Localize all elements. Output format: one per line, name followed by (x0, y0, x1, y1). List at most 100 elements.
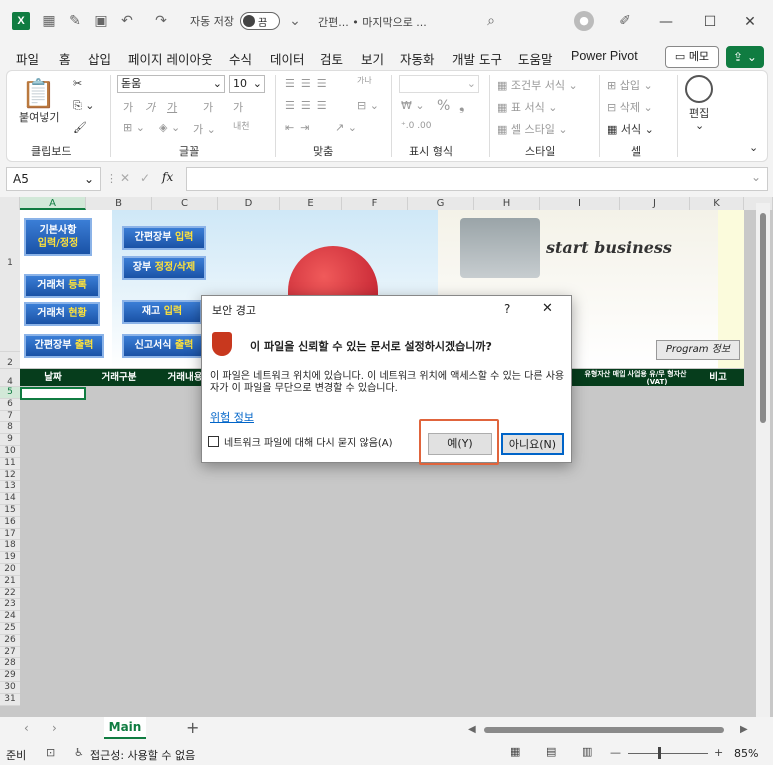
font-size-combo[interactable]: 10 ⌄ (229, 75, 265, 93)
maximize-icon[interactable]: ☐ (688, 8, 732, 36)
row-header[interactable]: 25 (0, 623, 20, 635)
row-header[interactable]: 14 (0, 493, 20, 505)
risk-info-link[interactable]: 위험 정보 (210, 409, 254, 425)
bold-button[interactable]: 가 (123, 99, 133, 115)
row-header[interactable]: 24 (0, 611, 20, 623)
formula-more-icon[interactable]: ⋮ (106, 172, 117, 185)
row-header[interactable]: 28 (0, 658, 20, 671)
horizontal-align-icons[interactable]: ☰☰☰ (285, 99, 333, 112)
table-format-button[interactable]: ▦ 표 서식 ⌄ (497, 99, 557, 115)
decimal-icons[interactable]: ⁺.0 .00 (401, 121, 432, 131)
close-icon[interactable]: ✕ (728, 8, 772, 36)
cell-style-button[interactable]: ▦ 셀 스타일 ⌄ (497, 121, 568, 137)
italic-button[interactable]: 가 (145, 99, 155, 115)
vertical-scroll-thumb[interactable] (760, 213, 766, 423)
cut-icon[interactable]: ✂ (73, 77, 82, 90)
row-header[interactable]: 1 (0, 210, 20, 352)
redo-icon[interactable]: ↷ (152, 12, 170, 30)
column-header[interactable]: K (690, 197, 744, 210)
scroll-right-icon[interactable]: ▶ (740, 724, 752, 736)
search-icon[interactable]: ⌕ (482, 12, 500, 30)
cancel-entry-icon[interactable]: ✕ (120, 171, 130, 185)
menu-item-insert[interactable]: 삽입 (88, 49, 111, 68)
column-header[interactable]: G (408, 197, 474, 210)
tax-form-print-button[interactable]: 신고서식 출력 (122, 334, 206, 358)
editing-chevron-icon[interactable]: ⌄ (695, 119, 704, 132)
share-button[interactable]: ⇪ ⌄ (726, 46, 764, 68)
row-header[interactable]: 19 (0, 552, 20, 564)
column-header[interactable]: A (20, 197, 86, 210)
row-header[interactable]: 21 (0, 575, 20, 588)
qat-more-icon[interactable]: ⌄ (286, 12, 304, 30)
row-header[interactable]: 10 (0, 446, 20, 458)
formula-input[interactable]: ⌄ (186, 167, 768, 191)
ledger-input-button[interactable]: 간편장부 입력 (122, 226, 206, 250)
undo-icon[interactable]: ↶ (118, 12, 136, 30)
row-header[interactable]: 23 (0, 599, 20, 612)
column-header[interactable]: B (86, 197, 152, 210)
grow-font-button[interactable]: 가 (203, 99, 213, 115)
basic-info-button[interactable]: 기본사항 입력/정정 (24, 218, 92, 256)
vendor-status-button[interactable]: 거래처 현황 (24, 302, 100, 326)
selected-cell-a5[interactable] (20, 387, 86, 400)
conditional-format-button[interactable]: ▦ 조건부 서식 ⌄ (497, 77, 578, 93)
confirm-entry-icon[interactable]: ✓ (140, 171, 150, 185)
search-editing-icon[interactable] (685, 75, 713, 103)
menu-item-review[interactable]: 검토 (320, 49, 343, 68)
zoom-level[interactable]: 85% (734, 747, 758, 760)
column-header[interactable]: J (620, 197, 690, 210)
menu-item-automate[interactable]: 자동화 (400, 49, 435, 68)
row-header[interactable]: 18 (0, 540, 20, 553)
row-header[interactable]: 16 (0, 516, 20, 529)
horizontal-scroll-thumb[interactable] (484, 727, 724, 733)
number-format-combo[interactable]: ⌄ (399, 75, 479, 93)
fill-color-icon[interactable]: ◈ ⌄ (159, 121, 180, 134)
column-header[interactable]: F (342, 197, 408, 210)
dialog-help-button[interactable]: ? (504, 302, 510, 316)
format-cells-button[interactable]: ▦ 서식 ⌄ (607, 121, 654, 137)
row-header[interactable]: 8 (0, 422, 20, 435)
format-painter-icon[interactable]: 🖌 (73, 121, 87, 134)
menu-item-home[interactable]: 홈 (59, 49, 71, 72)
menu-item-help[interactable]: 도움말 (518, 49, 553, 68)
insert-cells-button[interactable]: ⊞ 삽입 ⌄ (607, 77, 653, 93)
row-header[interactable]: 5 (0, 387, 20, 399)
user-icon[interactable]: ● (574, 11, 594, 31)
grid-icon[interactable]: ▦ (40, 12, 58, 30)
row-header[interactable]: 6 (0, 398, 20, 411)
dialog-close-button[interactable]: ✕ (542, 301, 553, 316)
macro-record-icon[interactable]: ⊡ (46, 746, 55, 759)
sheet-tab-main[interactable]: Main (104, 717, 146, 739)
row-header[interactable]: 26 (0, 634, 20, 647)
paste-icon[interactable]: 📋 (21, 77, 56, 110)
next-sheet-icon[interactable]: › (52, 721, 57, 735)
page-break-view-icon[interactable]: ▥ (582, 745, 592, 758)
name-box[interactable]: A5 ⌄ (6, 167, 101, 191)
delete-cells-button[interactable]: ⊟ 삭제 ⌄ (607, 99, 653, 115)
row-header[interactable]: 12 (0, 469, 20, 482)
ribbon-collapse-icon[interactable]: ⌄ (749, 141, 758, 154)
ledger-edit-button[interactable]: 장부 정정/삭제 (122, 256, 206, 280)
row-header[interactable]: 22 (0, 587, 20, 600)
column-header[interactable]: D (218, 197, 280, 210)
percent-icon[interactable]: % (437, 98, 450, 114)
accessibility-status[interactable]: 접근성: 사용할 수 없음 (90, 747, 195, 763)
select-all-corner[interactable] (0, 197, 20, 210)
column-header[interactable]: H (474, 197, 540, 210)
indent-icons[interactable]: ⇤⇥ (285, 121, 315, 134)
font-color-icon[interactable]: 가 ⌄ (193, 121, 216, 137)
prev-sheet-icon[interactable]: ‹ (24, 721, 29, 735)
zoom-slider-thumb[interactable] (658, 747, 661, 759)
borders-icon[interactable]: ⊞ ⌄ (123, 121, 145, 134)
add-sheet-button[interactable]: + (186, 718, 199, 737)
scroll-left-icon[interactable]: ◀ (468, 724, 480, 736)
column-header[interactable]: I (540, 197, 620, 210)
no-button[interactable]: 아니요(N) (501, 433, 564, 455)
program-info-button[interactable]: Program 정보 (656, 340, 740, 360)
row-header[interactable]: 15 (0, 505, 20, 517)
autosave-toggle[interactable]: 끔 (240, 12, 280, 30)
menu-item-data[interactable]: 데이터 (270, 49, 305, 68)
pen-icon[interactable]: ✐ (616, 12, 634, 30)
yes-button[interactable]: 예(Y) (428, 433, 492, 455)
fx-icon[interactable]: fx (162, 170, 173, 184)
